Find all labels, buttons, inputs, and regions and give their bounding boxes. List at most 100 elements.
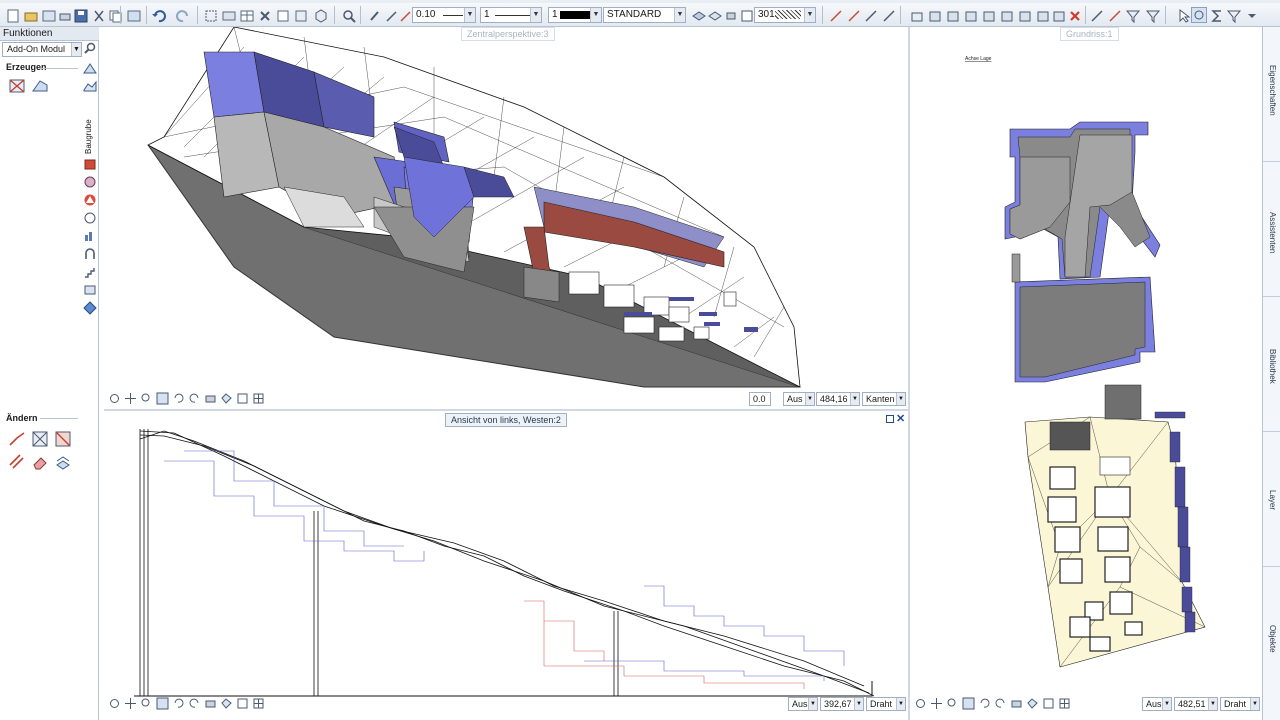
search-icon[interactable] [83, 42, 97, 57]
undo-view-icon[interactable] [172, 697, 185, 710]
view-icon[interactable] [998, 7, 1014, 23]
view-scale-select[interactable]: 482,51 ▼ [1174, 697, 1218, 711]
undo-icon[interactable] [150, 7, 166, 23]
open-icon[interactable] [22, 7, 38, 23]
excavation-tab-icon[interactable] [83, 61, 97, 75]
format-brush-icon[interactable] [366, 7, 382, 23]
plan-icon[interactable] [1050, 7, 1066, 23]
stairs-icon[interactable] [83, 265, 97, 279]
print-icon[interactable] [56, 7, 72, 23]
layer-settings-icon[interactable] [690, 7, 706, 23]
view-scale-select[interactable]: 484,16 ▼ [816, 392, 860, 406]
orbit-icon[interactable] [108, 697, 121, 710]
chevron-down-icon[interactable]: ▼ [805, 393, 814, 405]
modify-eraser-icon[interactable] [31, 453, 49, 471]
dock-tab-objects[interactable]: Objekte [1263, 567, 1280, 720]
building-icon[interactable] [908, 7, 924, 23]
redo-view-icon[interactable] [994, 697, 1007, 710]
project-icon[interactable] [40, 7, 56, 23]
viewport-title-plan[interactable]: Grundriss:1 [1060, 27, 1119, 41]
render-mode-select[interactable]: Kanten ▼ [862, 392, 906, 406]
chevron-down-icon[interactable]: ▼ [674, 8, 685, 22]
slope-create-icon[interactable] [31, 77, 49, 95]
print-view-icon[interactable] [204, 392, 217, 405]
excavation-tab-label[interactable]: Baugrube [84, 119, 93, 154]
sum-icon[interactable] [1208, 7, 1224, 23]
zoom-window-icon[interactable] [156, 392, 169, 405]
window-icon[interactable] [292, 7, 308, 23]
modify-offset-icon[interactable] [8, 453, 26, 471]
viewport-title-perspective[interactable]: Zentralperspektive:3 [461, 27, 555, 41]
viewport-title-side[interactable]: Ansicht von links, Westen:2 [445, 413, 567, 427]
cube-icon[interactable] [312, 7, 328, 23]
chevron-down-icon[interactable]: ▼ [850, 393, 859, 405]
new-file-icon[interactable] [4, 7, 20, 23]
chevron-down-icon[interactable]: ▼ [464, 8, 475, 22]
pen-thickness-select[interactable]: 0.10 ▼ [412, 7, 476, 23]
chevron-down-icon[interactable]: ▼ [808, 698, 817, 710]
cut-icon[interactable] [90, 7, 106, 23]
grid-view-icon[interactable] [252, 392, 265, 405]
floor-icon[interactable] [944, 7, 960, 23]
color-select[interactable]: 1 ▼ [548, 7, 602, 23]
measure-icon[interactable] [1088, 7, 1104, 23]
table-icon[interactable] [238, 7, 254, 23]
chevron-down-icon[interactable]: ▼ [1250, 698, 1259, 710]
view-scale-select[interactable]: 392,67 ▼ [820, 697, 864, 711]
orbit-icon[interactable] [108, 392, 121, 405]
snap-point-icon[interactable] [880, 7, 896, 23]
zoom-in-icon[interactable] [140, 392, 153, 405]
chevron-down-icon[interactable]: ▼ [530, 8, 541, 22]
globe-icon[interactable] [83, 175, 97, 189]
render-mode-select[interactable]: Draht ▼ [866, 697, 906, 711]
zoom-in-icon[interactable] [140, 697, 153, 710]
section-icon[interactable] [1016, 7, 1032, 23]
modify-grid-icon[interactable] [31, 430, 49, 448]
stories-icon[interactable] [962, 7, 978, 23]
fit-view-icon[interactable] [236, 392, 249, 405]
modify-area-icon[interactable] [54, 430, 72, 448]
view-direction-icon[interactable] [1026, 697, 1039, 710]
snap-line-icon[interactable] [862, 7, 878, 23]
modify-line-icon[interactable] [8, 430, 26, 448]
layer-icon[interactable] [220, 7, 236, 23]
undo-view-icon[interactable] [978, 697, 991, 710]
undo-view-icon[interactable] [172, 392, 185, 405]
fit-view-icon[interactable] [236, 697, 249, 710]
print-view-icon[interactable] [1010, 697, 1023, 710]
delete-icon[interactable] [256, 7, 272, 23]
render-mode-select[interactable]: Draht ▼ [1220, 697, 1260, 711]
snap-track-icon[interactable] [845, 7, 861, 23]
dock-tab-layer[interactable]: Layer [1263, 432, 1280, 567]
excavation-create-icon[interactable] [8, 77, 26, 95]
diamond-icon[interactable] [83, 301, 97, 315]
image-icon[interactable] [125, 7, 141, 23]
modify-layers-icon[interactable] [54, 453, 72, 471]
filter-select-icon[interactable] [1144, 7, 1161, 24]
hatch-pattern-select[interactable]: 301 ▼ [754, 7, 816, 23]
component-icon[interactable] [83, 283, 97, 297]
view-mode-select[interactable]: Aus ▼ [1142, 697, 1172, 711]
view-direction-icon[interactable] [220, 697, 233, 710]
zoom-window-icon[interactable] [156, 697, 169, 710]
fit-view-icon[interactable] [1042, 697, 1055, 710]
grid-icon[interactable] [274, 7, 290, 23]
zoom-icon[interactable] [340, 7, 356, 23]
module-select[interactable]: Add-On Modul ▼ [2, 42, 82, 57]
viewport-perspective[interactable]: Zentralperspektive:3 0.0 Aus ▼ 484,16 ▼ Ka… [104, 27, 908, 409]
snap-icon[interactable] [827, 7, 843, 23]
wall-icon[interactable] [926, 7, 942, 23]
redo-view-icon[interactable] [188, 392, 201, 405]
dock-tab-assistants[interactable]: Assistenten [1263, 162, 1280, 297]
grid-view-icon[interactable] [1058, 697, 1071, 710]
redo-icon[interactable] [174, 7, 190, 23]
view-mode-select[interactable]: Aus ▼ [788, 697, 818, 711]
layer-print-icon[interactable] [722, 7, 738, 23]
chevron-down-icon[interactable]: ▼ [896, 393, 905, 405]
chevron-down-icon[interactable]: ▼ [590, 8, 601, 22]
layer-visibility-icon[interactable] [706, 7, 722, 23]
grid-view-icon[interactable] [252, 697, 265, 710]
close-icon[interactable] [1066, 7, 1082, 23]
chevron-down-icon[interactable]: ▼ [896, 698, 905, 710]
chevron-down-icon[interactable]: ▼ [71, 43, 81, 56]
